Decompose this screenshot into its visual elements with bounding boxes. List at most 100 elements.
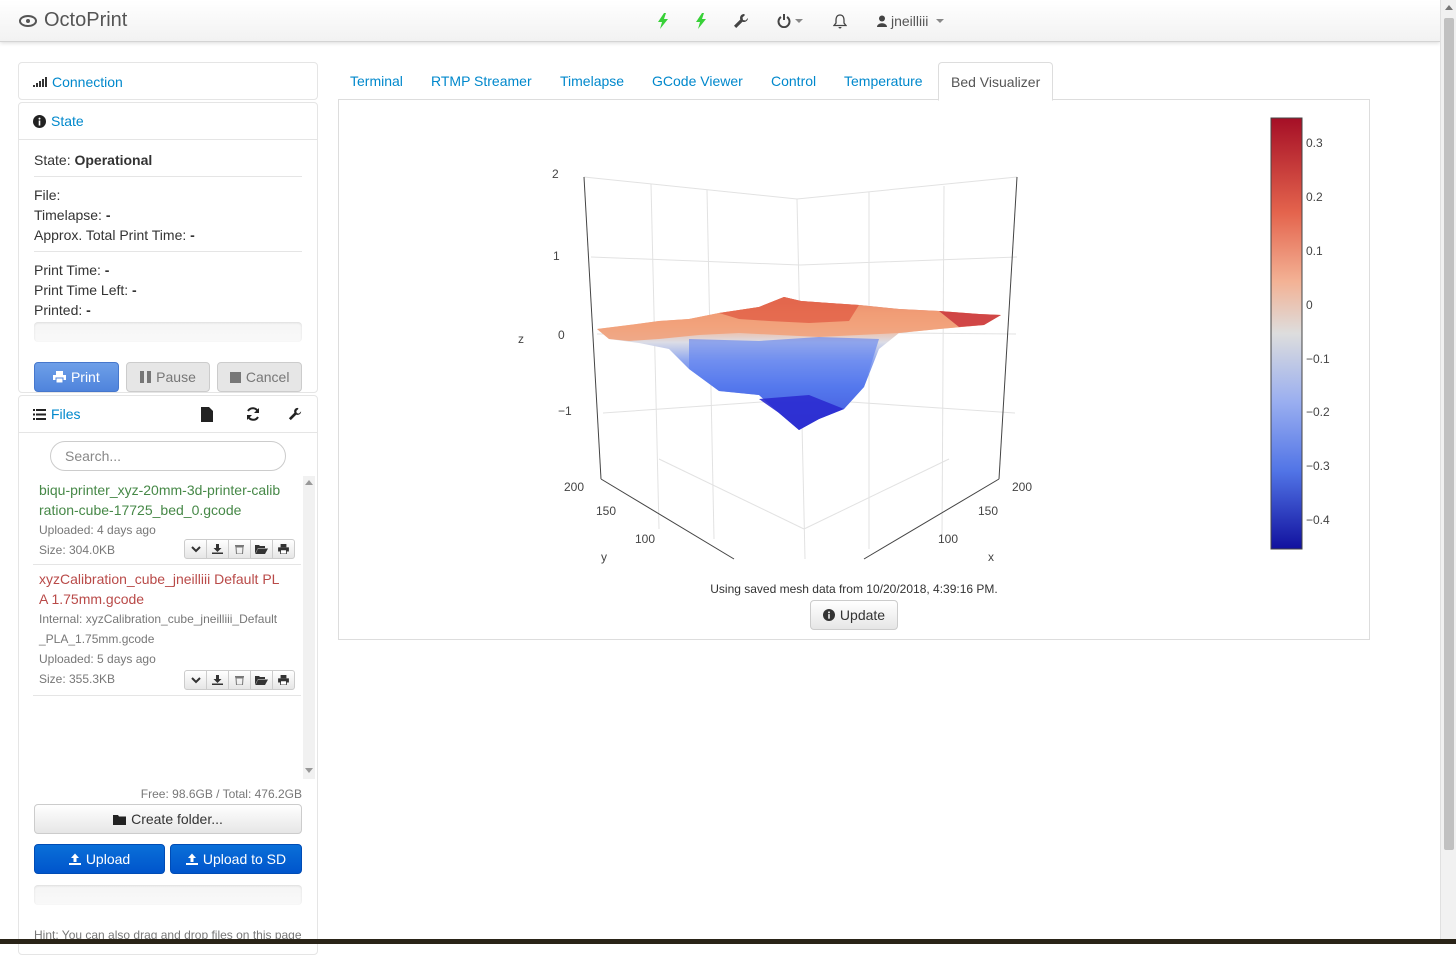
print-time-label: Print Time:: [34, 262, 101, 278]
pause-button[interactable]: Pause: [125, 362, 211, 392]
colorbar-tick: −0.1: [1306, 352, 1330, 366]
load-button[interactable]: [250, 539, 273, 559]
list-icon: [33, 408, 46, 420]
refresh-icon[interactable]: [246, 407, 260, 421]
colorbar: [1270, 117, 1303, 550]
tab-timelapse[interactable]: Timelapse: [548, 62, 636, 100]
state-line: State: Operational: [34, 150, 302, 170]
upload-sd-button[interactable]: Upload to SD: [170, 844, 302, 874]
user-menu[interactable]: jneilliii: [877, 13, 945, 29]
search-input[interactable]: Search...: [50, 441, 286, 471]
user-name: jneilliii: [891, 13, 929, 29]
timelapse-value: -: [105, 207, 111, 223]
create-folder-button[interactable]: Create folder...: [34, 804, 302, 834]
delete-button[interactable]: [228, 539, 251, 559]
approx-value: -: [190, 227, 195, 243]
state-value: Operational: [74, 152, 153, 168]
pause-icon: [140, 371, 152, 383]
file-name[interactable]: biqu-printer_xyz-20mm-3d-printer-calibra…: [39, 480, 281, 520]
folder-icon: [113, 814, 127, 825]
download-button[interactable]: [206, 539, 229, 559]
z-tick-label: 0: [558, 328, 565, 342]
file-uploaded: Uploaded: 5 days ago: [39, 652, 156, 666]
tab-control[interactable]: Control: [759, 62, 828, 100]
storage-info: Free: 98.6GB / Total: 476.2GB: [140, 787, 302, 801]
octoprint-logo-icon: [19, 14, 37, 27]
files-header[interactable]: Files: [19, 396, 317, 433]
folder-open-icon: [255, 676, 268, 685]
file-name[interactable]: xyzCalibration_cube_jneilliii Default PL…: [39, 569, 281, 609]
signal-icon: [33, 76, 47, 87]
print-file-button[interactable]: [272, 670, 295, 690]
x-axis-ticks: 200 150 100 x: [938, 480, 1032, 564]
tab-bed-visualizer[interactable]: Bed Visualizer: [938, 62, 1054, 101]
expand-button[interactable]: [184, 539, 207, 559]
mesh-surface: [597, 297, 1001, 430]
chevron-down-icon: [936, 19, 945, 23]
file-item[interactable]: xyzCalibration_cube_jneilliii Default PL…: [33, 565, 301, 696]
state-header[interactable]: State: [19, 103, 317, 140]
state-panel: State State: Operational File: Timelapse…: [18, 102, 318, 393]
upload-sd-label: Upload to SD: [202, 851, 287, 867]
y-axis-label: y: [601, 550, 607, 564]
colorbar-tick: 0.3: [1306, 136, 1323, 150]
file-list-scrollbar[interactable]: [303, 476, 315, 779]
download-button[interactable]: [206, 670, 229, 690]
file-actions: [184, 539, 295, 559]
wrench-icon[interactable]: [288, 407, 302, 421]
delete-button[interactable]: [228, 670, 251, 690]
brand[interactable]: OctoPrint: [18, 9, 127, 32]
upload-button[interactable]: Upload: [34, 844, 165, 874]
tab-terminal[interactable]: Terminal: [338, 62, 415, 100]
colorbar-tick: 0.2: [1306, 190, 1323, 204]
tab-temperature[interactable]: Temperature: [832, 62, 935, 100]
download-icon: [212, 544, 223, 554]
update-button[interactable]: Update: [810, 600, 898, 630]
bolt-icon[interactable]: [654, 12, 672, 30]
print-file-button[interactable]: [272, 539, 295, 559]
file-actions: [184, 670, 295, 690]
files-title: Files: [51, 406, 81, 422]
scrollbar-thumb[interactable]: [1444, 18, 1454, 850]
colorbar-tick: −0.4: [1306, 513, 1330, 527]
bell-icon[interactable]: [831, 12, 849, 30]
x-tick-label: 150: [978, 504, 998, 518]
cancel-label: Cancel: [245, 369, 290, 385]
upload-icon: [68, 853, 81, 865]
z-tick-label: −1: [558, 404, 572, 418]
mesh-data-info: Using saved mesh data from 10/20/2018, 4…: [710, 582, 998, 596]
z-axis-ticks: 2 1 0 −1 z: [518, 167, 572, 418]
print-progress-bar: [34, 322, 302, 342]
pause-label: Pause: [156, 369, 196, 385]
power-icon[interactable]: [774, 12, 806, 30]
mesh-plot[interactable]: 2 1 0 −1 z 200 150 100 y 200 150 100 x 0…: [339, 99, 1369, 579]
update-label: Update: [839, 607, 886, 623]
print-time-line: Print Time: -: [34, 260, 302, 280]
time-left-value: -: [132, 282, 137, 298]
y-tick-label: 100: [635, 532, 655, 546]
bolt-icon[interactable]: [692, 12, 710, 30]
tab-rtmp-streamer[interactable]: RTMP Streamer: [419, 62, 544, 100]
print-button[interactable]: Print: [34, 362, 119, 392]
connection-header[interactable]: Connection: [19, 63, 317, 100]
brand-name: OctoPrint: [44, 9, 128, 31]
y-tick-label: 200: [564, 480, 584, 494]
file-item[interactable]: biqu-printer_xyz-20mm-3d-printer-calibra…: [33, 476, 301, 565]
approx-label: Approx. Total Print Time:: [34, 227, 187, 243]
tab-gcode-viewer[interactable]: GCode Viewer: [640, 62, 755, 100]
cancel-button[interactable]: Cancel: [217, 362, 303, 392]
scroll-up-icon[interactable]: [1445, 5, 1453, 10]
y-tick-label: 150: [596, 504, 616, 518]
printed-value: -: [86, 302, 91, 318]
timelapse-label: Timelapse:: [34, 207, 102, 223]
expand-button[interactable]: [184, 670, 207, 690]
load-button[interactable]: [250, 670, 273, 690]
new-file-icon[interactable]: [201, 407, 213, 422]
chevron-down-icon: [190, 676, 201, 683]
time-left-line: Print Time Left: -: [34, 280, 302, 300]
user-icon: [877, 15, 887, 27]
wrench-icon[interactable]: [732, 12, 750, 30]
colorbar-tick: 0.1: [1306, 244, 1323, 258]
page-scrollbar[interactable]: [1440, 0, 1456, 944]
state-body: State: Operational File: Timelapse: - Ap…: [19, 140, 317, 402]
